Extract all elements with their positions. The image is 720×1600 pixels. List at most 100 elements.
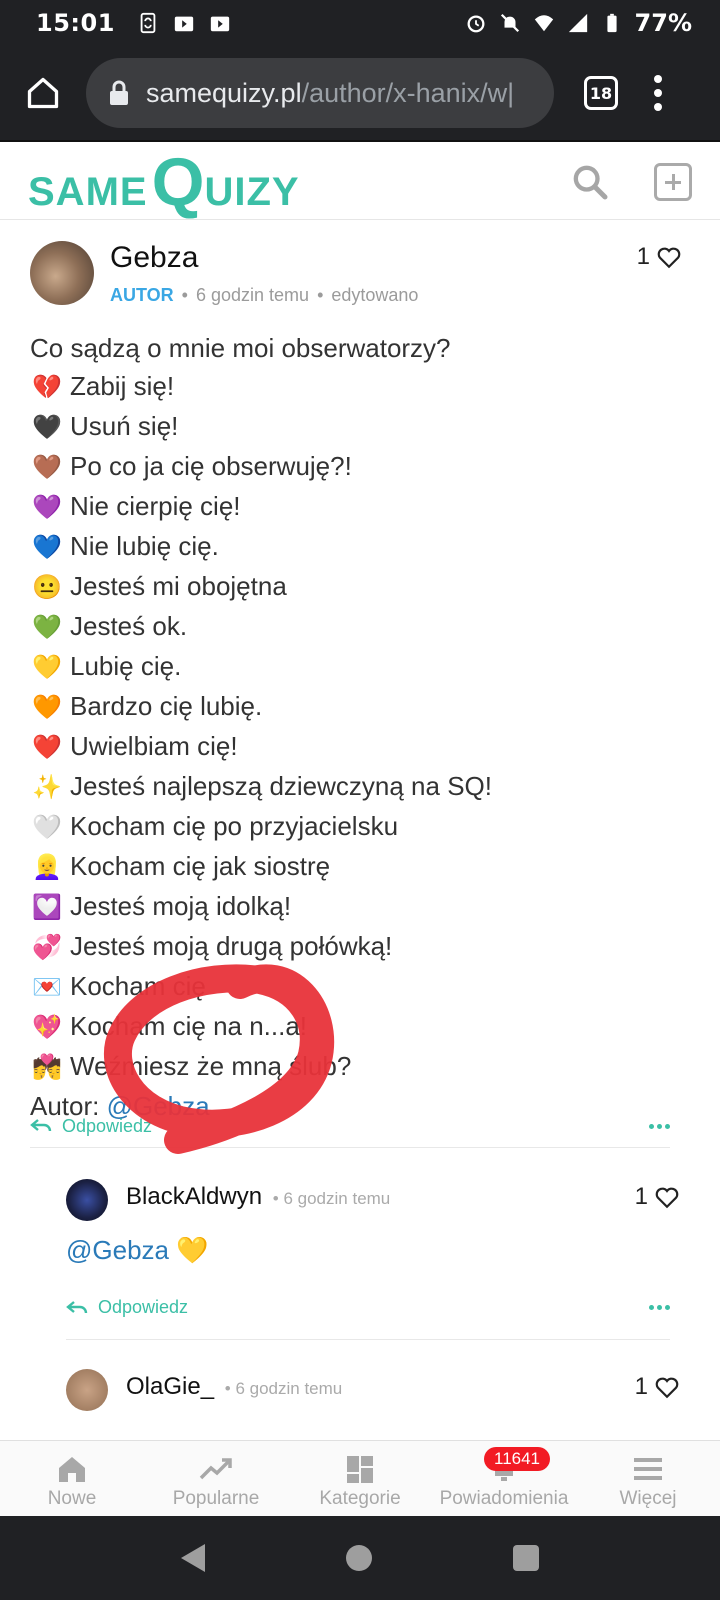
browser-menu-button[interactable] xyxy=(652,75,664,111)
battery-level: 77% xyxy=(634,9,692,37)
mute-icon xyxy=(500,13,519,33)
comment-like-count: 1 xyxy=(634,1373,648,1400)
emoji-icon: 💜 xyxy=(32,494,62,521)
emoji-icon: 💞 xyxy=(32,934,62,961)
menu-icon xyxy=(634,1458,662,1480)
post-line-text: Jesteś mi obojętna xyxy=(70,571,287,601)
post-line: ✨ Jesteś najlepszą dziewczyną na SQ! xyxy=(30,767,670,807)
notification-badge: 11641 xyxy=(484,1447,551,1471)
nav-label: Popularne xyxy=(172,1488,260,1509)
more-options-button[interactable] xyxy=(649,1123,670,1129)
video-notification-icon xyxy=(174,16,194,32)
nav-more[interactable]: Więcej xyxy=(576,1441,720,1516)
nav-label: Nowe xyxy=(47,1488,97,1509)
post-line: 😐 Jesteś mi obojętna xyxy=(30,567,670,607)
post-line-text: Lubię cię. xyxy=(70,651,182,681)
post-like-button[interactable]: 1 xyxy=(637,243,682,271)
post-line: 💏 Weźmiesz że mną ślub? xyxy=(30,1047,670,1087)
comment-like-button[interactable]: 1 xyxy=(635,1373,680,1401)
post-line-text: Weźmiesz że mną ślub? xyxy=(70,1051,352,1081)
home-button[interactable] xyxy=(22,72,64,114)
url-path: /author/x-hanix/w| xyxy=(301,77,515,108)
bottom-navigation: Nowe Popularne Kategorie Powiadomienia 1… xyxy=(0,1440,720,1516)
heart-icon xyxy=(657,247,681,269)
nav-categories[interactable]: Kategorie xyxy=(288,1441,432,1516)
status-time: 15:01 xyxy=(36,9,115,37)
divider xyxy=(66,1339,670,1340)
nav-label: Więcej xyxy=(619,1488,677,1509)
emoji-icon: 🤍 xyxy=(32,814,62,841)
post-line: 👱‍♀️ Kocham cię jak siostrę xyxy=(30,847,670,887)
post-line: 💙 Nie lubię cię. xyxy=(30,527,670,567)
post-line-text: Usuń się! xyxy=(70,411,179,441)
post-line-text: Nie lubię cię. xyxy=(70,531,219,561)
add-quiz-button[interactable] xyxy=(654,162,692,201)
comment-author-name[interactable]: OlaGie_ xyxy=(126,1373,214,1400)
nav-new[interactable]: Nowe xyxy=(0,1441,144,1516)
post-line: 💚 Jesteś ok. xyxy=(30,607,670,647)
emoji-icon: 💖 xyxy=(32,1014,62,1041)
post-line-text: Zabij się! xyxy=(70,371,175,401)
logo-q: Q xyxy=(151,143,205,220)
reply-icon xyxy=(66,1300,88,1313)
emoji-icon: ❤️ xyxy=(32,734,62,761)
tab-switcher-button[interactable]: 18 xyxy=(584,76,618,110)
reply-button[interactable]: Odpowiedz xyxy=(66,1297,188,1318)
post-line-text: Jesteś najlepszą dziewczyną na SQ! xyxy=(70,771,492,801)
browser-toolbar: samequizy.pl/author/x-hanix/w| 18 xyxy=(0,46,720,142)
post-line: 🤎 Po co ja cię obserwuję?! xyxy=(30,447,670,487)
post-line: 💞 Jesteś moją drugą połówką! xyxy=(30,927,670,967)
heart-icon xyxy=(655,1187,679,1209)
trending-icon xyxy=(199,1458,232,1480)
emoji-icon: 💟 xyxy=(32,894,62,921)
address-bar[interactable]: samequizy.pl/author/x-hanix/w| xyxy=(86,58,554,128)
post-line: 🖤 Usuń się! xyxy=(30,407,670,447)
post-line-text: Kocham cię jak siostrę xyxy=(70,851,331,881)
system-navigation-bar xyxy=(0,1516,720,1600)
home-button-system[interactable] xyxy=(345,1545,372,1571)
emoji-icon: 💏 xyxy=(32,1054,62,1081)
back-button[interactable] xyxy=(180,1544,205,1572)
signal-icon xyxy=(568,13,587,33)
url-domain: samequizy.pl xyxy=(146,77,302,108)
video-notification-icon-2 xyxy=(210,16,230,32)
battery-icon xyxy=(606,13,617,33)
post-line: 💜 Nie cierpię cię! xyxy=(30,487,670,527)
recents-button[interactable] xyxy=(513,1545,540,1571)
nav-popular[interactable]: Popularne xyxy=(144,1441,288,1516)
post-line: 💖 Kocham cię na n...a! xyxy=(30,1007,670,1047)
reply-label: Odpowiedz xyxy=(98,1297,189,1317)
comment-author: BlackAldwyn • 6 godzin temu xyxy=(126,1183,391,1210)
site-header: SAME Q UIZY xyxy=(0,144,720,220)
post-line-text: Kocham cię xyxy=(70,971,206,1001)
comments-page: Gebza AUTOR • 6 godzin temu • edytowano 1 Co… xyxy=(8,221,712,1440)
avatar[interactable] xyxy=(30,241,94,305)
reply-icon xyxy=(30,1119,52,1132)
more-options-button[interactable] xyxy=(649,1305,670,1310)
post-line: 💛 Lubię cię. xyxy=(30,647,670,687)
comment-like-button[interactable]: 1 xyxy=(635,1183,680,1211)
post-author-name[interactable]: Gebza xyxy=(110,241,198,275)
post-line: ❤️ Uwielbiam cię! xyxy=(30,727,670,767)
author-badge: AUTOR xyxy=(110,285,174,305)
post-like-count: 1 xyxy=(636,243,650,270)
heart-icon xyxy=(655,1377,679,1399)
nav-notifications[interactable]: Powiadomienia 11641 xyxy=(432,1441,576,1516)
post-line-text: Uwielbiam cię! xyxy=(70,731,238,761)
url-text: samequizy.pl/author/x-hanix/w| xyxy=(146,78,514,109)
search-icon[interactable] xyxy=(570,162,610,202)
avatar[interactable] xyxy=(66,1179,108,1221)
reply-button[interactable]: Odpowiedz xyxy=(30,1116,152,1137)
samequizy-logo[interactable]: SAME Q UIZY xyxy=(28,143,300,220)
emoji-icon: 👱‍♀️ xyxy=(32,854,62,881)
post-line: 💌 Kocham cię xyxy=(30,967,670,1007)
post-line-text: Jesteś ok. xyxy=(70,611,188,641)
avatar[interactable] xyxy=(66,1369,108,1411)
comment-item: OlaGie_ • 6 godzin temu 1 xyxy=(66,1369,679,1429)
logo-same: SAME xyxy=(28,169,148,214)
post-line-text: Bardzo cię lubię. xyxy=(70,691,263,721)
post-line-text: Jesteś moją idolką! xyxy=(70,891,292,921)
comment-author-name[interactable]: BlackAldwyn xyxy=(126,1183,262,1210)
post-actions: Odpowiedz xyxy=(30,1111,670,1141)
emoji-icon: 🧡 xyxy=(32,694,62,721)
